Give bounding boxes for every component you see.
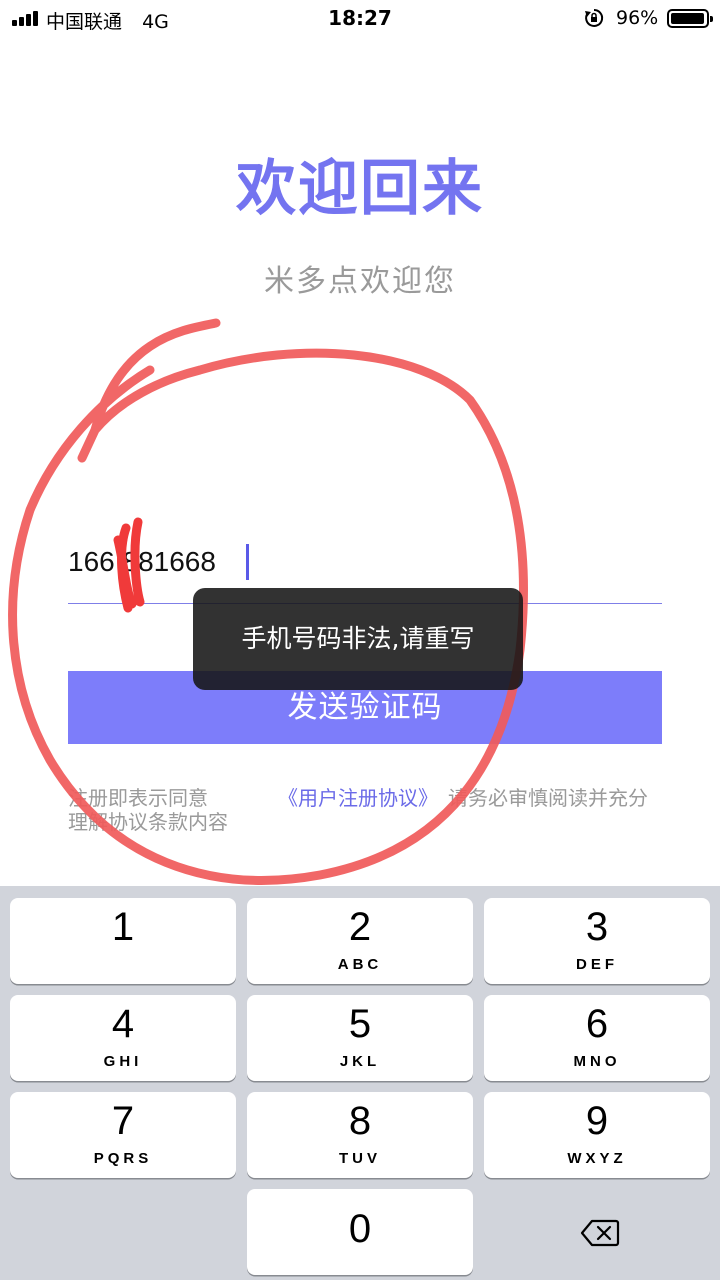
key-letters: ABC (337, 956, 383, 973)
page-subtitle: 米多点欢迎您 (264, 264, 456, 299)
key-digit: 3 (585, 905, 609, 949)
text-caret (246, 544, 249, 580)
key-3[interactable]: 3 DEF (484, 898, 710, 984)
key-letters: DEF (576, 956, 618, 973)
page-title: 欢迎回来 (236, 154, 484, 224)
key-letters: GHI (103, 1053, 143, 1070)
agreement-line2: 理解协议条款内容 (68, 810, 228, 834)
key-letters: JKL (339, 1053, 381, 1070)
key-letters: MNO (573, 1053, 621, 1070)
battery-icon (667, 9, 713, 28)
agreement-text: 注册即表示同意 《用户注册协议》 请务必审慎阅读并充分 理解协议条款内容 (68, 786, 668, 834)
key-digit: 8 (348, 1099, 372, 1143)
error-toast: 手机号码非法,请重写 (193, 588, 523, 690)
key-digit: 1 (111, 905, 135, 949)
key-9[interactable]: 9 WXYZ (484, 1092, 710, 1178)
battery-percent: 96% (616, 7, 659, 29)
key-digit: 0 (348, 1207, 372, 1251)
key-digit: 9 (585, 1099, 609, 1143)
key-5[interactable]: 5 JKL (247, 995, 473, 1081)
key-8[interactable]: 8 TUV (247, 1092, 473, 1178)
key-digit: 6 (585, 1002, 609, 1046)
key-letters: WXYZ (567, 1150, 627, 1167)
backspace-icon (580, 1219, 620, 1247)
key-2[interactable]: 2 ABC (247, 898, 473, 984)
key-0[interactable]: 0 (247, 1189, 473, 1275)
agreement-prefix: 注册即表示同意 (68, 786, 208, 810)
key-digit: 2 (348, 905, 372, 949)
status-bar: 中国联通 4G 18:27 96% (0, 0, 720, 38)
delete-key[interactable] (484, 1189, 710, 1275)
key-digit: 5 (348, 1002, 372, 1046)
key-letters: TUV (339, 1150, 381, 1167)
keypad-empty-slot (10, 1189, 236, 1275)
key-1[interactable]: 1 (10, 898, 236, 984)
key-6[interactable]: 6 MNO (484, 995, 710, 1081)
clock: 18:27 (328, 6, 392, 30)
key-4[interactable]: 4 GHI (10, 995, 236, 1081)
numeric-keypad: 1 2 ABC 3 DEF 4 GHI 5 JKL 6 MNO 7 PQRS 8… (0, 886, 720, 1280)
key-digit: 4 (111, 1002, 135, 1046)
agreement-suffix: 请务必审慎阅读并充分 (448, 786, 648, 810)
key-letters: PQRS (93, 1150, 153, 1167)
key-7[interactable]: 7 PQRS (10, 1092, 236, 1178)
user-agreement-link[interactable]: 《用户注册协议》 (278, 786, 438, 810)
phone-input-value: 166 881668 (68, 546, 216, 577)
key-digit: 7 (111, 1099, 135, 1143)
rotation-lock-icon (585, 8, 604, 27)
